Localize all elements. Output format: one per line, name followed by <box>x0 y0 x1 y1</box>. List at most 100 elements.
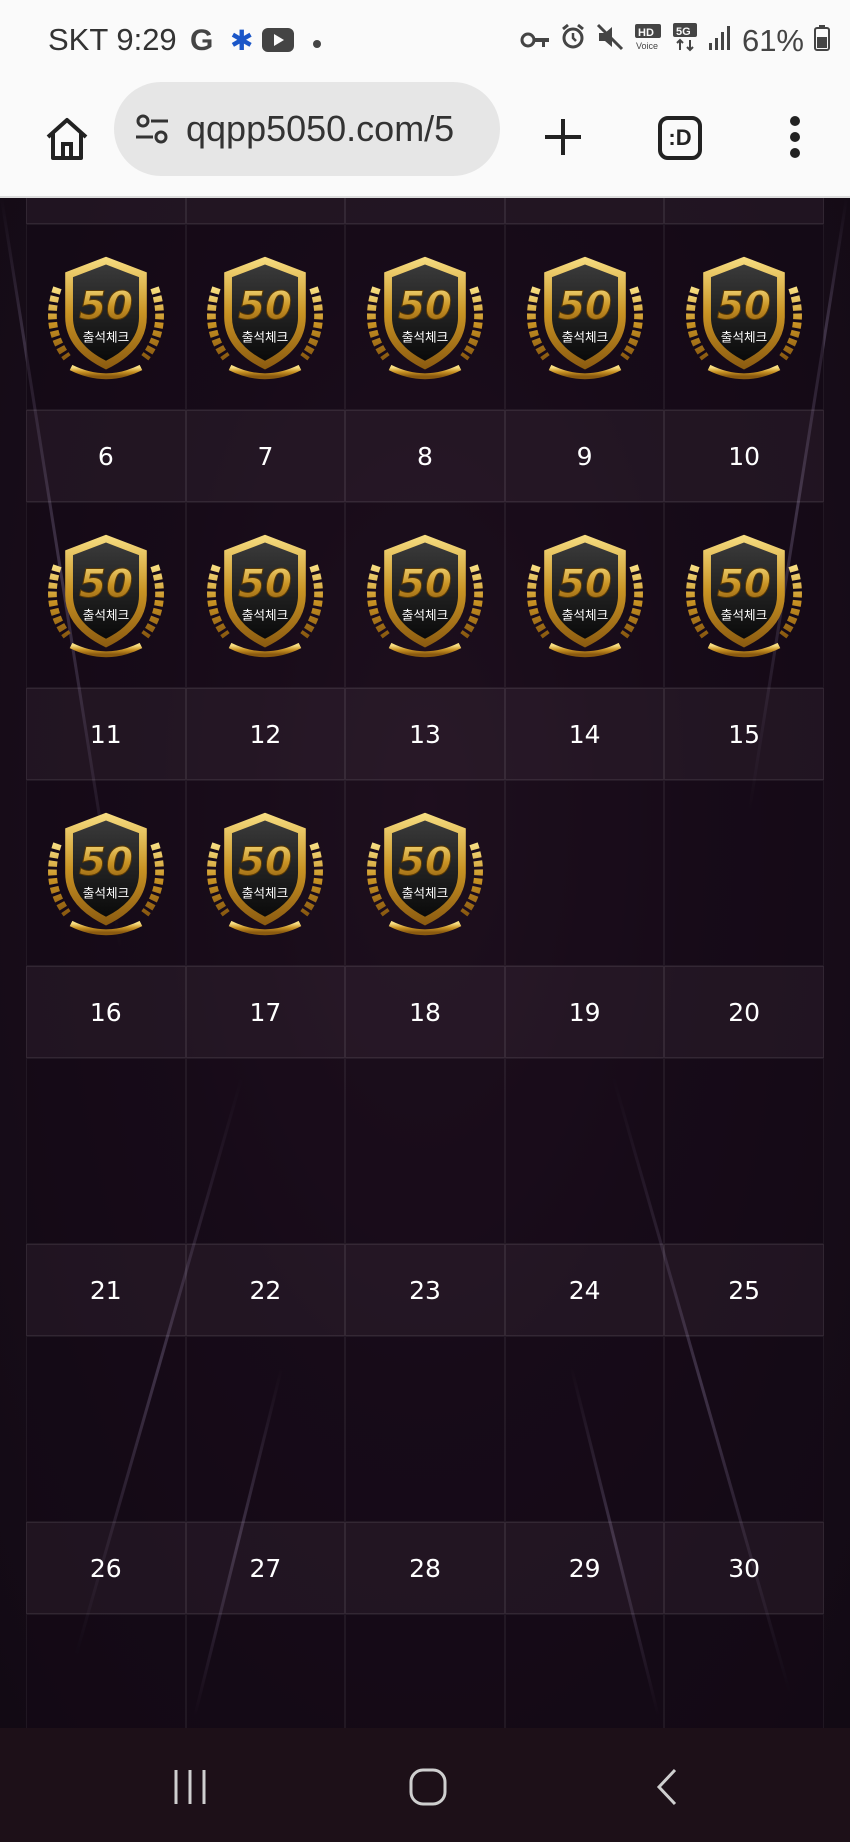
calendar-week: 26 27 28 29 30 <box>26 1522 824 1728</box>
attendance-cell: 50 출석체크 <box>26 224 186 410</box>
attendance-cell <box>664 1614 824 1728</box>
attendance-cell <box>26 1058 186 1244</box>
recent-apps-button[interactable] <box>160 1762 220 1812</box>
attendance-badge-icon: 50 출석체크 <box>367 812 483 936</box>
attendance-cell <box>664 1336 824 1522</box>
attendance-cell <box>185 1058 346 1244</box>
day-number-cell: 19 <box>504 966 665 1058</box>
home-nav-button[interactable] <box>398 1762 458 1812</box>
svg-text:✱: ✱ <box>230 24 252 56</box>
svg-text:출석체크: 출석체크 <box>402 885 448 900</box>
attendance-cell: 50 출석체크 <box>345 502 505 688</box>
day-number-cell: 15 <box>664 688 824 780</box>
attendance-cell: 50 출석체크 <box>504 224 665 410</box>
day-number-row: 6 7 8 9 10 <box>26 410 824 502</box>
attendance-cell: 50 출석체크 <box>185 224 346 410</box>
calendar-week: 16 17 18 19 20 <box>26 966 824 1244</box>
svg-text:50: 50 <box>79 284 133 329</box>
day-number-cell: 26 <box>26 1522 186 1614</box>
day-number-cell: 14 <box>504 688 665 780</box>
day-number-cell: 10 <box>664 410 824 502</box>
attendance-calendar: 50 출석체크 50 출석체크 50 출석체크 50 출석체크 50 출석체크 … <box>26 198 824 1728</box>
plus-icon <box>545 119 581 155</box>
svg-text:출석체크: 출석체크 <box>242 329 288 344</box>
new-tab-button[interactable] <box>530 104 596 170</box>
attendance-cell <box>664 1058 824 1244</box>
home-button[interactable] <box>32 104 102 174</box>
calendar-week: 6 7 8 9 10 50 출석체크 50 출석체크 50 출석체크 50 출석… <box>26 410 824 688</box>
attendance-cell <box>26 1336 186 1522</box>
signal-icon <box>708 23 732 59</box>
svg-text:50: 50 <box>238 562 292 607</box>
day-number-cell <box>664 198 824 224</box>
attendance-cell: 50 출석체크 <box>664 224 824 410</box>
home-icon <box>46 118 88 160</box>
svg-text:출석체크: 출석체크 <box>83 607 129 622</box>
more-menu-button[interactable] <box>770 104 820 170</box>
svg-text:Voice: Voice <box>636 41 658 51</box>
day-number-cell: 8 <box>345 410 505 502</box>
attendance-cell <box>185 1336 346 1522</box>
svg-text:출석체크: 출석체크 <box>402 607 448 622</box>
attendance-badge-icon: 50 출석체크 <box>207 256 324 380</box>
attendance-badge-icon: 50 출석체크 <box>367 534 483 658</box>
day-number-cell: 24 <box>504 1244 665 1336</box>
svg-text:50: 50 <box>558 562 612 607</box>
address-bar[interactable]: qqpp5050.com/5 <box>114 82 500 176</box>
back-chevron-icon <box>656 1768 677 1806</box>
attendance-badge-icon: 50 출석체크 <box>686 256 803 380</box>
day-number-cell: 21 <box>26 1244 186 1336</box>
bluetooth-icon: ✱ <box>228 24 253 60</box>
status-time: SKT 9:29 <box>48 22 177 57</box>
day-number-cell: 7 <box>185 410 346 502</box>
back-button[interactable] <box>636 1762 696 1812</box>
svg-text:출석체크: 출석체크 <box>721 329 767 344</box>
attendance-cell <box>664 780 824 966</box>
svg-text:50: 50 <box>238 840 292 885</box>
recent-apps-icon <box>174 1770 206 1804</box>
svg-text:출석체크: 출석체크 <box>561 329 607 344</box>
tab-switcher-button[interactable]: :D <box>650 108 710 168</box>
day-number-row: 21 22 23 24 25 <box>26 1244 824 1336</box>
svg-text:50: 50 <box>398 284 452 329</box>
alarm-icon <box>560 23 586 59</box>
attendance-cell: 50 출석체크 <box>345 780 505 966</box>
5g-icon: 5G <box>672 22 698 60</box>
svg-text:50: 50 <box>717 284 771 329</box>
day-number-row: 26 27 28 29 30 <box>26 1522 824 1614</box>
web-page: 50 출석체크 50 출석체크 50 출석체크 50 출석체크 50 출석체크 … <box>0 198 850 1728</box>
calendar-week: 50 출석체크 50 출석체크 50 출석체크 50 출석체크 50 출석체크 <box>26 198 824 410</box>
attendance-cell: 50 출석체크 <box>26 502 186 688</box>
attendance-cell: 50 출석체크 <box>664 502 824 688</box>
battery-icon <box>814 23 830 59</box>
attendance-cell: 50 출석체크 <box>185 780 346 966</box>
calendar-week: 21 22 23 24 25 <box>26 1244 824 1522</box>
day-number-cell <box>504 198 665 224</box>
attendance-cell <box>345 1614 505 1728</box>
day-number-row: 11 12 13 14 15 <box>26 688 824 780</box>
svg-text:출석체크: 출석체크 <box>242 607 288 622</box>
attendance-cell <box>504 780 665 966</box>
attendance-badge-icon: 50 출석체크 <box>526 534 643 658</box>
day-number-cell: 20 <box>664 966 824 1058</box>
browser-toolbar: qqpp5050.com/5 :D <box>0 82 850 198</box>
day-number-cell: 9 <box>504 410 665 502</box>
svg-text:출석체크: 출석체크 <box>83 329 129 344</box>
day-number-cell <box>26 198 186 224</box>
attendance-row <box>26 1058 824 1244</box>
svg-text:50: 50 <box>238 284 292 329</box>
day-number-cell <box>345 198 505 224</box>
day-number-cell: 23 <box>345 1244 505 1336</box>
attendance-row <box>26 1336 824 1522</box>
svg-text:HD: HD <box>638 27 654 39</box>
svg-text:50: 50 <box>79 840 133 885</box>
site-settings-icon[interactable] <box>134 111 170 147</box>
attendance-cell <box>26 1614 186 1728</box>
svg-text:출석체크: 출석체크 <box>242 885 288 900</box>
day-number-cell: 13 <box>345 688 505 780</box>
attendance-cell <box>185 1614 346 1728</box>
day-number-cell: 27 <box>185 1522 346 1614</box>
tab-switcher-label: :D <box>668 125 692 150</box>
hd-voice-icon: HD Voice <box>634 23 662 59</box>
attendance-row: 50 출석체크 50 출석체크 50 <box>26 780 824 966</box>
